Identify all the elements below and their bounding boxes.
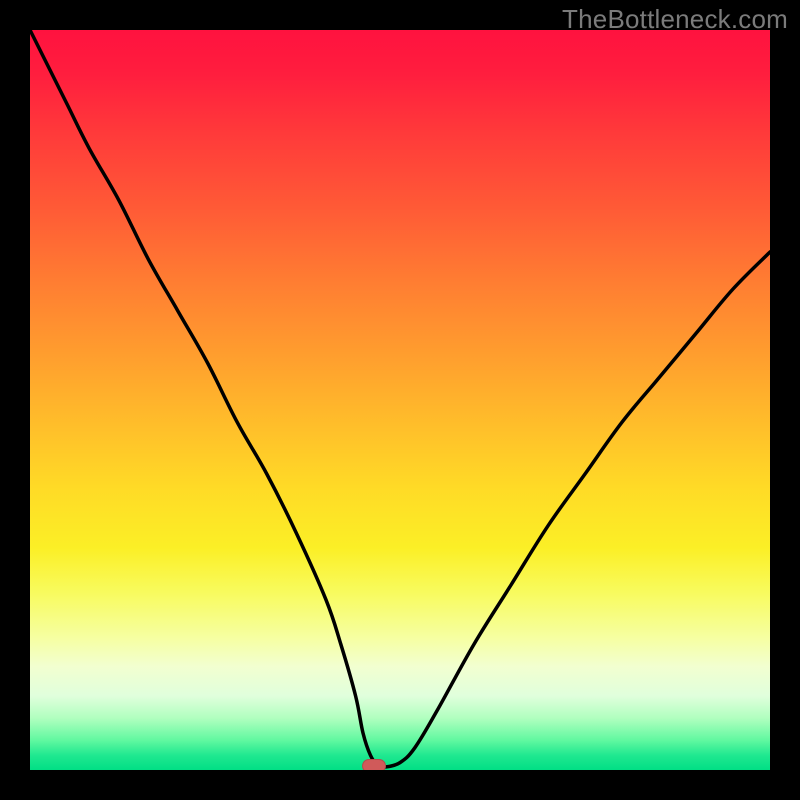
minimum-marker (362, 759, 386, 770)
chart-frame: TheBottleneck.com (0, 0, 800, 800)
plot-area (30, 30, 770, 770)
bottleneck-curve (30, 30, 770, 770)
